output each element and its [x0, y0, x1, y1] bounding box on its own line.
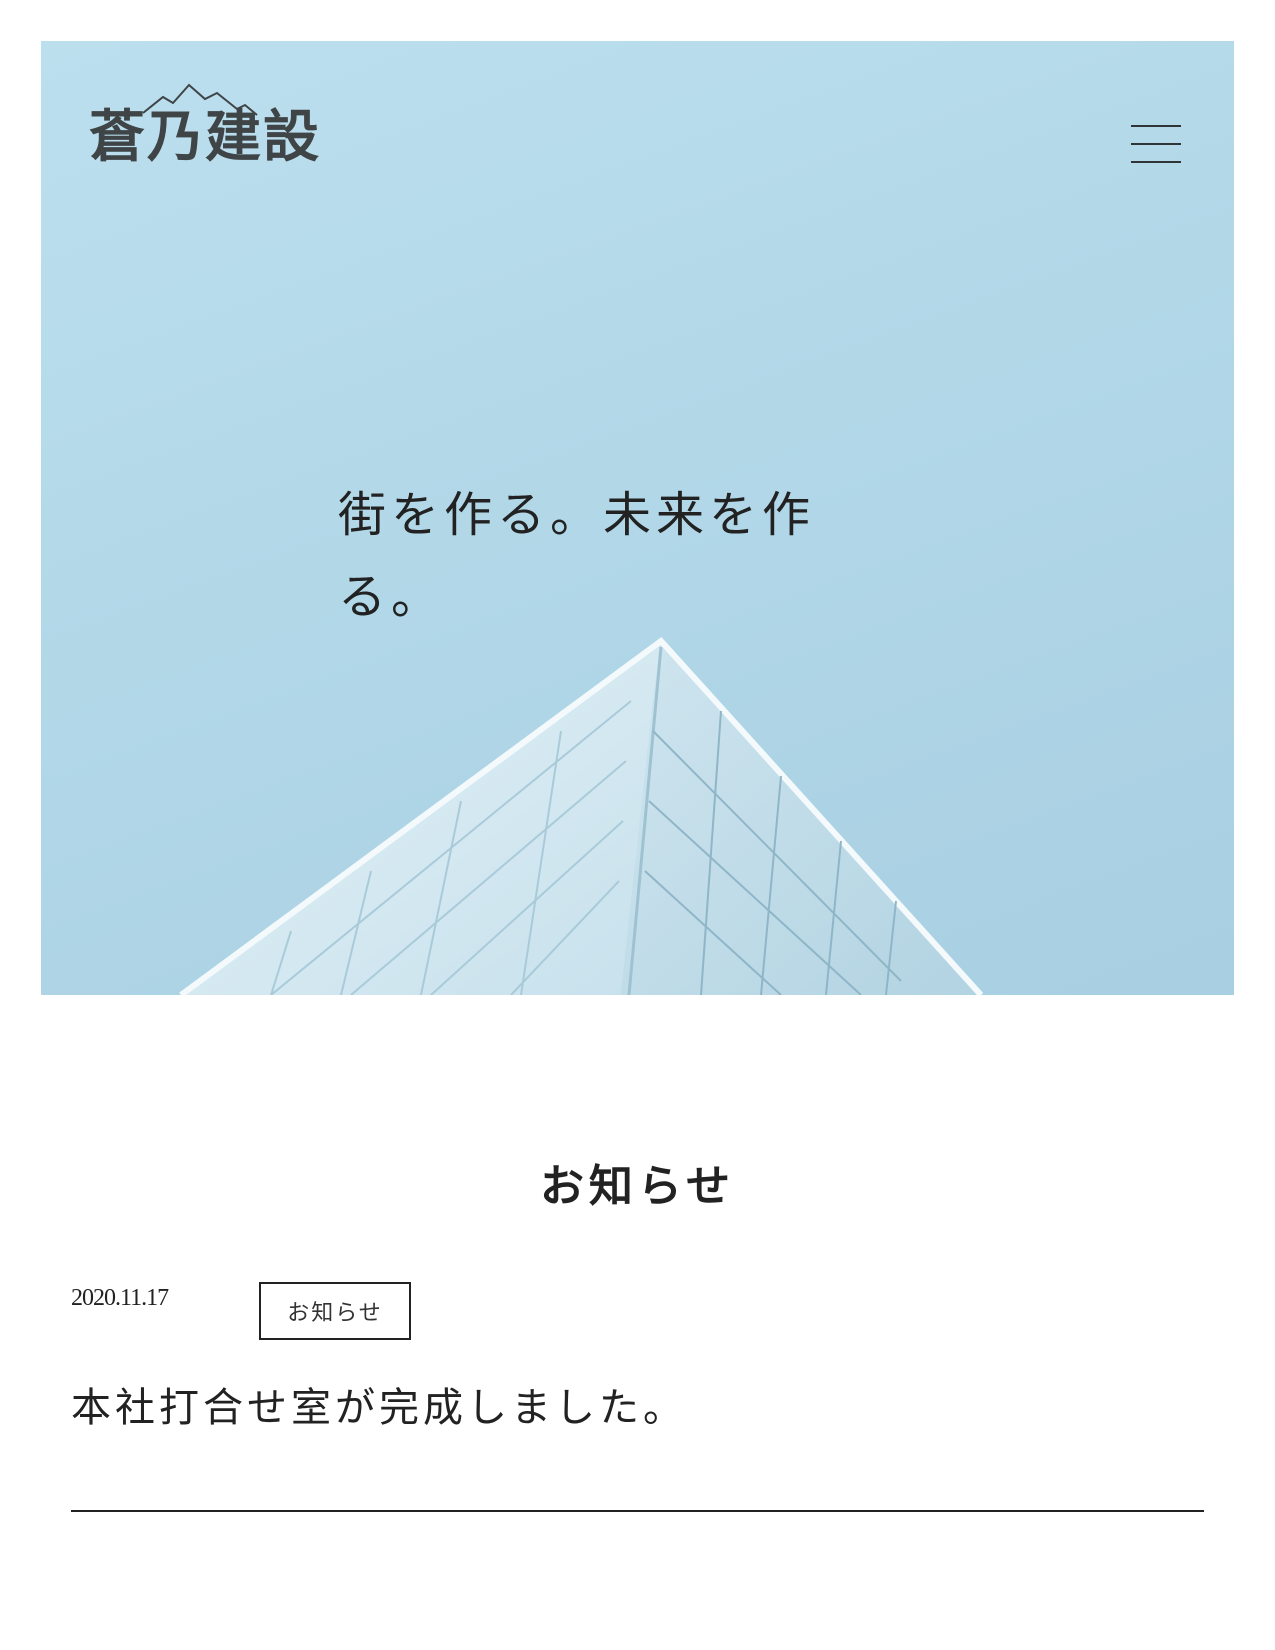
menu-bar-bottom [1131, 161, 1181, 163]
logo-text: 蒼乃建設 [89, 104, 321, 170]
news-date: 2020.11.17 [71, 1285, 169, 1311]
news-list-item[interactable]: 2020.11.17 お知らせ 本社打合せ室が完成しました。 [71, 1282, 1204, 1512]
menu-bar-top [1131, 125, 1181, 127]
hero-tagline: 街を作る。未来を作る。 [338, 487, 816, 625]
news-category-badge[interactable]: お知らせ [259, 1282, 411, 1340]
news-divider [71, 1510, 1204, 1512]
hero-section: 蒼乃建設 街を作る。未来を作る。 [41, 41, 1234, 995]
menu-bar-middle [1131, 143, 1181, 145]
news-title-link[interactable]: 本社打合せ室が完成しました。 [71, 1388, 687, 1428]
hamburger-menu-icon[interactable] [1129, 123, 1183, 165]
company-logo[interactable]: 蒼乃建設 [89, 79, 329, 179]
news-section-heading: お知らせ [539, 1160, 736, 1212]
